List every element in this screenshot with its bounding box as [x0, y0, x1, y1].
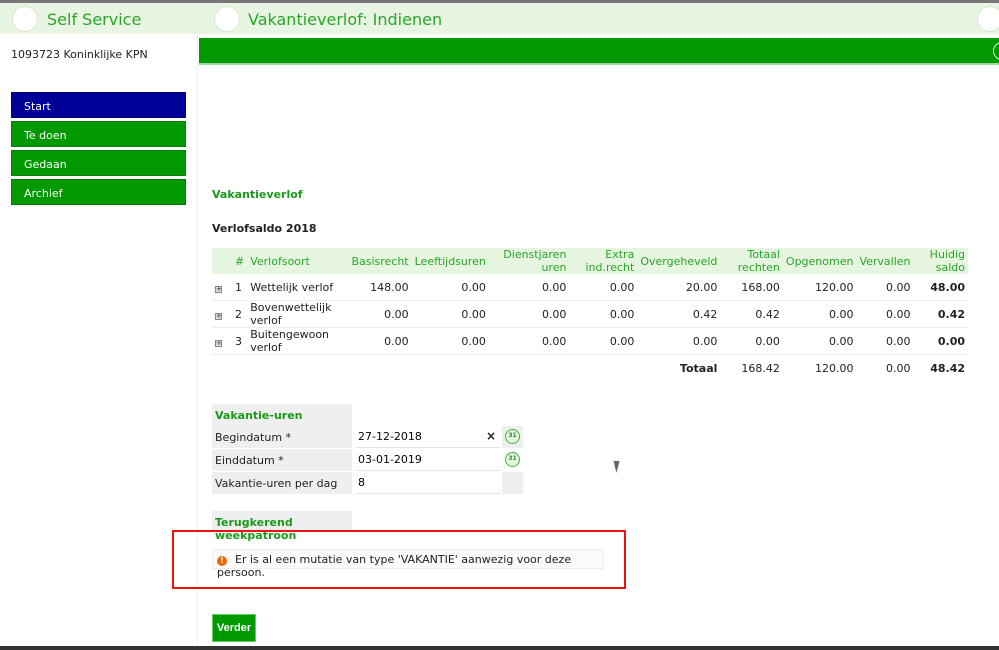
total-cell: 0.00: [886, 361, 911, 375]
expand-icon[interactable]: +: [212, 274, 232, 301]
table-cell: 0.00: [569, 274, 638, 301]
table-cell: 0.00: [411, 327, 489, 355]
col-header: Totaal rechten: [720, 248, 783, 274]
table-cell: 0.00: [348, 300, 412, 328]
sidebar-item-te-doen[interactable]: Te doen: [11, 121, 186, 147]
table-cell: 0.42: [720, 300, 783, 328]
col-header: Overgeheveld: [637, 248, 721, 274]
help-icon[interactable]: [977, 6, 999, 32]
expand-icon[interactable]: +: [212, 327, 232, 355]
table-cell: 0.00: [411, 300, 489, 328]
table-cell: 0.00: [488, 300, 570, 328]
table-cell: 3: [232, 327, 248, 355]
table-cell: Bovenwettelijk verlof: [247, 300, 349, 328]
table-row: +1 Wettelijk verlof 148.00 0.00 0.00 0.00 20.0…: [212, 274, 968, 301]
table-cell: 0.00: [348, 327, 412, 355]
total-cell: 168.42: [741, 361, 780, 375]
table-cell: 0.00: [488, 274, 570, 301]
table-cell: 148.00: [348, 274, 412, 301]
col-header: Leeftijdsuren: [411, 248, 489, 274]
mouse-cursor-icon: [610, 461, 620, 473]
col-header: Huidig saldo: [913, 248, 968, 274]
col-header: Extra ind.recht: [569, 248, 638, 274]
uren-label: Vakantie-uren per dag: [212, 472, 352, 494]
sidebar-item-archief[interactable]: Archief: [11, 179, 186, 205]
app-title: Self Service: [47, 10, 142, 29]
uren-input[interactable]: [356, 472, 500, 494]
table-row: +2 Bovenwettelijk verlof 0.00 0.00 0.00 0.00 0…: [212, 300, 968, 328]
col-header: Vervallen: [856, 248, 914, 274]
toolbar: [199, 38, 999, 65]
error-message: ! Er is al een mutatie van type 'VAKANTIE…: [212, 549, 604, 579]
table-cell: 1: [232, 274, 248, 301]
col-header: Opgenomen: [782, 248, 857, 274]
verder-button[interactable]: Verder: [212, 614, 256, 642]
taskbar: [0, 646, 999, 650]
begindatum-label: Begindatum *: [212, 426, 352, 448]
table-cell: 0.00: [569, 300, 638, 328]
weekpatroon-title: Terugkerend weekpatroon: [212, 511, 352, 542]
table-cell: Wettelijk verlof: [247, 274, 349, 301]
calendar-icon[interactable]: 31: [505, 429, 520, 444]
section-title: Vakantieverlof: [212, 188, 303, 201]
table-cell: 0.00: [782, 327, 857, 355]
table-cell: 168.00: [720, 274, 783, 301]
table-cell: 2: [232, 300, 248, 328]
table-cell: 0.42: [637, 300, 721, 328]
sidebar-item-start[interactable]: Start: [11, 92, 186, 118]
table-cell: 0.00: [782, 300, 857, 328]
table-cell: 0.00: [913, 327, 968, 355]
col-header: Basisrecht: [348, 248, 412, 274]
table-cell: 48.00: [913, 274, 968, 301]
warning-icon: !: [217, 556, 227, 566]
total-row: Totaal 168.42 120.00 0.00 48.42: [212, 355, 968, 382]
settings-icon[interactable]: [993, 42, 999, 60]
table-cell: 20.00: [637, 274, 721, 301]
table-cell: 0.00: [411, 274, 489, 301]
table-row: +3 Buitengewoon verlof 0.00 0.00 0.00 0.00 0.0…: [212, 327, 968, 355]
table-cell: Buitengewoon verlof: [247, 327, 349, 355]
page-title: Vakantieverlof: Indienen: [248, 10, 443, 29]
user-icon: [12, 6, 38, 32]
table-cell: 0.00: [720, 327, 783, 355]
calendar-icon[interactable]: 31: [505, 452, 520, 467]
total-cell: 120.00: [814, 361, 854, 375]
table-cell: 0.00: [488, 327, 570, 355]
col-header: Dienstjaren uren: [488, 248, 570, 274]
saldo-title: Verlofsaldo 2018: [212, 222, 317, 235]
header: Self Service Vakantieverlof: Indienen: [0, 3, 999, 34]
einddatum-input[interactable]: [356, 449, 500, 471]
clear-icon[interactable]: ×: [486, 429, 496, 443]
saldo-table: # Verlofsoort Basisrecht Leeftijdsuren D…: [212, 248, 968, 381]
page-icon: [214, 6, 240, 32]
table-cell: 0.00: [569, 327, 638, 355]
table-cell: 0.00: [856, 300, 914, 328]
begindatum-input[interactable]: [356, 426, 500, 448]
sidebar-item-gedaan[interactable]: Gedaan: [11, 150, 186, 176]
col-header: Verlofsoort: [247, 248, 349, 274]
table-cell: 0.00: [856, 327, 914, 355]
total-label: Totaal: [679, 361, 718, 375]
company-name: 1093723 Koninklijke KPN: [11, 48, 148, 61]
col-header: #: [232, 248, 248, 274]
form-title: Vakantie-uren opnemen: [212, 404, 352, 435]
table-cell: 0.00: [856, 274, 914, 301]
table-cell: 120.00: [782, 274, 857, 301]
table-cell: 0.42: [913, 300, 968, 328]
expand-icon[interactable]: +: [212, 300, 232, 328]
total-cell: 48.42: [930, 361, 965, 375]
table-cell: 0.00: [637, 327, 721, 355]
einddatum-label: Einddatum *: [212, 449, 352, 471]
